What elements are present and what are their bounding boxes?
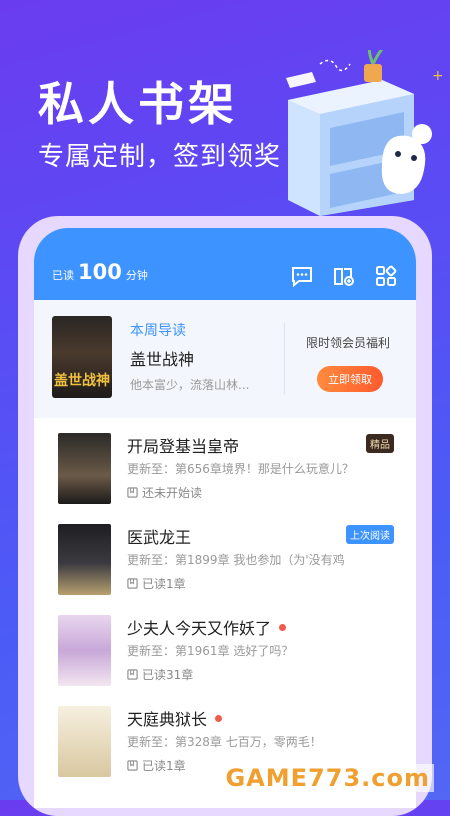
book-title[interactable]: 医武龙王 (127, 524, 191, 548)
book-update: 更新至：第1961章 选好了吗？ (127, 644, 294, 658)
book-update: 更新至：第1899章 我也参加（为'没有鸡 (127, 553, 345, 567)
hero-subtitle: 专属定制，签到领奖 (38, 142, 282, 172)
book-title[interactable]: 天庭典狱长 (127, 706, 207, 730)
featured-cover-text: 盖世战神 (54, 373, 110, 389)
list-item[interactable]: 医武龙王 上次阅读 更新至：第1899章 我也参加（为'没有鸡 已读1章 (34, 509, 416, 600)
bookshelf-header: 已读 100 分钟 (34, 228, 416, 300)
grid-menu-icon[interactable] (374, 264, 398, 292)
featured-description: 他本富少，流落山林... (130, 378, 250, 392)
list-item[interactable]: 少夫人今天又作妖了 更新至：第1961章 选好了吗？ 已读31章 (34, 600, 416, 691)
book-progress: 还未开始读 (142, 486, 203, 500)
claim-vip-button[interactable]: 立即领取 (317, 366, 383, 392)
app-screen: 已读 100 分钟 盖世战神 本周导读 盖世战神 他本富少，流落山林... 限时… (34, 228, 416, 808)
read-unit: 分钟 (125, 269, 148, 282)
featured-book-card[interactable]: 盖世战神 本周导读 盖世战神 他本富少，流落山林... 限时领会员福利 立即领取 (34, 300, 416, 418)
bookmark-icon (127, 578, 138, 589)
last-read-badge: 上次阅读 (346, 525, 394, 544)
message-icon[interactable] (290, 264, 314, 292)
book-cover[interactable] (58, 433, 111, 504)
read-minutes: 100 (78, 260, 122, 284)
reading-time: 已读 100 分钟 (52, 260, 148, 284)
watermark: GAME773.com (221, 764, 434, 792)
book-update: 更新至：第656章境界！那是什么玩意儿？ (127, 462, 354, 476)
divider (284, 322, 285, 394)
book-list: 开局登基当皇帝 精品 更新至：第656章境界！那是什么玩意儿？ 还未开始读 医武… (34, 418, 416, 782)
vip-promo-text: 限时领会员福利 (306, 336, 391, 350)
new-update-dot (279, 623, 287, 631)
bookmark-icon (127, 669, 138, 680)
book-cover[interactable] (58, 706, 111, 777)
svg-text:+: + (432, 68, 442, 84)
bookshelf-illustration: + (286, 50, 442, 216)
list-item[interactable]: 开局登基当皇帝 精品 更新至：第656章境界！那是什么玩意儿？ 还未开始读 (34, 418, 416, 509)
book-cover[interactable] (58, 524, 111, 595)
book-progress: 已读1章 (142, 759, 186, 773)
featured-title[interactable]: 盖世战神 (130, 346, 194, 370)
book-cover[interactable] (58, 615, 111, 686)
book-progress: 已读1章 (142, 577, 186, 591)
book-progress: 已读31章 (142, 668, 194, 682)
featured-tag: 本周导读 (130, 323, 186, 339)
hero-title: 私人书架 (38, 77, 238, 131)
book-add-icon[interactable] (332, 264, 356, 292)
book-title[interactable]: 少夫人今天又作妖了 (127, 615, 271, 639)
book-title[interactable]: 开局登基当皇帝 (127, 433, 239, 457)
book-update: 更新至：第328章 七百万，零两毛！ (127, 735, 322, 749)
new-update-dot (215, 714, 223, 722)
bookmark-icon (127, 760, 138, 771)
bookmark-icon (127, 487, 138, 498)
read-prefix: 已读 (52, 269, 74, 282)
featured-book-cover[interactable]: 盖世战神 (52, 316, 112, 398)
premium-badge: 精品 (366, 434, 394, 453)
